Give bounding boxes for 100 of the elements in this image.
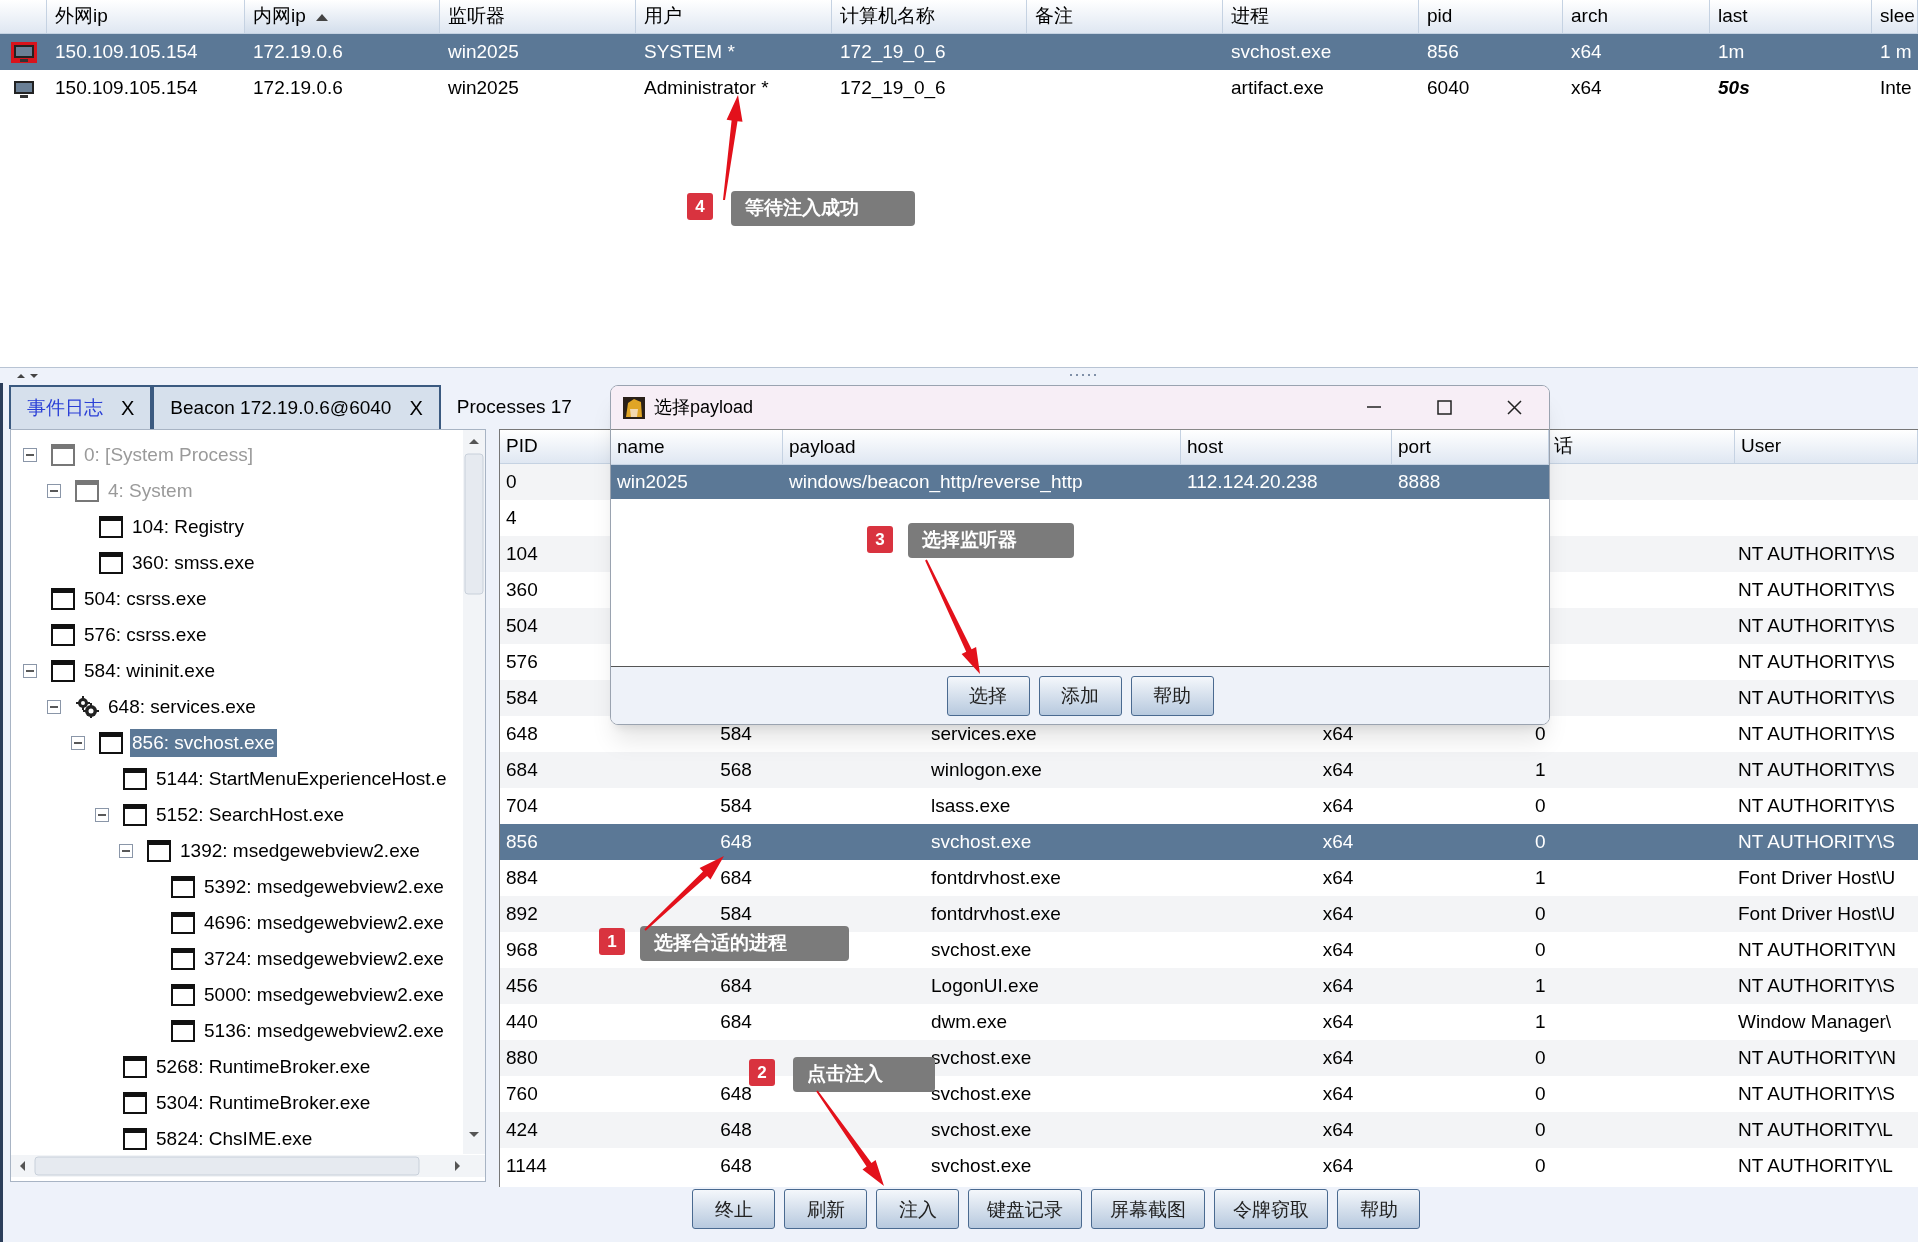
collapse-toggle[interactable] bbox=[23, 448, 37, 462]
tree-item[interactable]: 4696: msedgewebview2.exe bbox=[202, 908, 446, 938]
tab[interactable]: 事件日志 X bbox=[9, 385, 153, 429]
column-header[interactable]: port bbox=[1392, 430, 1549, 465]
table-cell-text: x64 bbox=[1322, 829, 1354, 854]
process-row[interactable]: 684 568 winlogon.exe x64 1 NT AUTHORITY\S bbox=[500, 752, 1918, 788]
table-cell-text: 172_19_0_6 bbox=[840, 75, 946, 101]
dialog-button[interactable]: 帮助 bbox=[1130, 675, 1214, 716]
tree-item[interactable]: 856: svchost.exe bbox=[130, 728, 277, 758]
table-cell-text: 104 bbox=[506, 541, 538, 566]
column-header[interactable]: host bbox=[1181, 430, 1392, 465]
table-cell-text: x64 bbox=[1322, 1009, 1354, 1034]
callout-label: 选择合适的进程 bbox=[640, 926, 849, 961]
vertical-scrollbar[interactable] bbox=[463, 430, 485, 1154]
table-cell-text: svchost.exe bbox=[931, 829, 1032, 854]
collapse-toggle[interactable] bbox=[95, 808, 109, 822]
table-cell-text: dwm.exe bbox=[931, 1009, 1008, 1034]
close-button[interactable]: X bbox=[409, 393, 423, 423]
collapse-toggle[interactable] bbox=[23, 664, 37, 678]
column-header[interactable]: 计算机名称 bbox=[832, 0, 1027, 34]
column-header[interactable]: 用户 bbox=[636, 0, 832, 34]
column-header[interactable]: pid bbox=[1419, 0, 1563, 34]
collapse-toggle[interactable] bbox=[47, 484, 61, 498]
table-cell-text: Administrator * bbox=[644, 75, 769, 100]
column-header[interactable]: 备注 bbox=[1027, 0, 1223, 34]
process-row[interactable]: 892 584 fontdrvhost.exe x64 0 Font Driver Host\U bbox=[500, 896, 1918, 932]
process-row[interactable]: 856 648 svchost.exe x64 0 NT AUTHORITY\S bbox=[500, 824, 1918, 860]
table-cell-text: NT AUTHORITY\S bbox=[1738, 1081, 1895, 1106]
action-button[interactable]: 键盘记录 bbox=[968, 1189, 1082, 1229]
table-cell-text: 424 bbox=[506, 1117, 538, 1142]
column-header[interactable]: 外网ip bbox=[47, 0, 245, 34]
tree-item[interactable]: 5144: StartMenuExperienceHost.e bbox=[154, 764, 449, 794]
action-button[interactable]: 令牌窃取 bbox=[1214, 1189, 1328, 1229]
number-badge: 4 bbox=[687, 193, 713, 220]
horizontal-scrollbar[interactable] bbox=[11, 1155, 485, 1177]
tree-item[interactable]: 5304: RuntimeBroker.exe bbox=[154, 1088, 373, 1118]
tree-item[interactable]: 584: wininit.exe bbox=[82, 656, 217, 686]
collapse-toggle[interactable] bbox=[71, 736, 85, 750]
tree-item[interactable]: 360: smss.exe bbox=[130, 548, 257, 578]
tree-item[interactable]: 504: csrss.exe bbox=[82, 584, 209, 614]
table-cell-text: 440 bbox=[506, 1009, 538, 1034]
window-title: 选择payload bbox=[654, 396, 754, 419]
table-cell-text: NT AUTHORITY\S bbox=[1738, 757, 1895, 782]
listener-row[interactable]: win2025 windows/beacon_http/reverse_http 112.124.20.238 8888 bbox=[611, 465, 1549, 499]
tree-item[interactable]: 5268: RuntimeBroker.exe bbox=[154, 1052, 373, 1082]
table-cell-text: x64 bbox=[1322, 757, 1354, 782]
tree-item[interactable]: 5000: msedgewebview2.exe bbox=[202, 980, 446, 1010]
tree-item[interactable]: 648: services.exe bbox=[106, 692, 258, 722]
column-header[interactable]: User bbox=[1735, 430, 1918, 464]
dialog-button[interactable]: 添加 bbox=[1038, 675, 1122, 716]
tree-item[interactable]: 104: Registry bbox=[130, 512, 246, 542]
table-cell-text: 576 bbox=[506, 649, 538, 674]
column-header[interactable]: arch bbox=[1563, 0, 1710, 34]
tree-item[interactable]: 5824: ChsIME.exe bbox=[154, 1124, 315, 1154]
table-cell-text: 584 bbox=[720, 793, 752, 818]
dialog-button[interactable]: 选择 bbox=[946, 675, 1030, 716]
column-header[interactable]: slee bbox=[1872, 0, 1918, 34]
table-cell-text: x64 bbox=[1322, 901, 1354, 926]
action-button[interactable]: 注入 bbox=[876, 1189, 959, 1229]
session-row[interactable]: 150.109.105.154 172.19.0.6 win2025 SYSTEM * 172_19_0_6 svchost.exe 856 x64 1m 1 m bbox=[0, 34, 1918, 70]
column-header[interactable]: 监听器 bbox=[440, 0, 636, 34]
collapse-toggle[interactable] bbox=[47, 700, 61, 714]
tab[interactable]: Beacon 172.19.0.6@6040 X bbox=[152, 385, 441, 429]
column-header[interactable]: 进程 bbox=[1223, 0, 1419, 34]
column-header[interactable]: name bbox=[611, 430, 783, 465]
table-cell-text: 360 bbox=[506, 577, 538, 602]
table-cell-text: 0 bbox=[1535, 793, 1546, 818]
tree-item[interactable]: 576: csrss.exe bbox=[82, 620, 209, 650]
splitter-grip[interactable] bbox=[1070, 373, 1096, 378]
table-cell-text: fontdrvhost.exe bbox=[931, 865, 1061, 890]
tree-item[interactable]: 1392: msedgewebview2.exe bbox=[178, 836, 422, 866]
process-row[interactable]: 424 648 svchost.exe x64 0 NT AUTHORITY\L bbox=[500, 1112, 1918, 1148]
table-cell-text: 856 bbox=[1427, 39, 1459, 64]
close-button[interactable]: X bbox=[121, 393, 135, 423]
table-cell-text: SYSTEM * bbox=[644, 39, 735, 64]
table-cell-text: 0 bbox=[1535, 1045, 1546, 1070]
table-cell-text: 568 bbox=[720, 757, 752, 782]
table-cell-text: x64 bbox=[1322, 937, 1354, 962]
table-cell-text: 504 bbox=[506, 613, 538, 638]
table-cell-text: 4 bbox=[506, 505, 517, 530]
action-button[interactable]: 帮助 bbox=[1337, 1189, 1420, 1229]
column-header[interactable]: last bbox=[1710, 0, 1872, 34]
action-button[interactable]: 屏幕截图 bbox=[1091, 1189, 1205, 1229]
table-cell-text: x64 bbox=[1322, 1081, 1354, 1106]
tree-item[interactable]: 5152: SearchHost.exe bbox=[154, 800, 346, 830]
table-cell-text: win2025 bbox=[448, 39, 519, 64]
table-cell-text: x64 bbox=[1322, 1045, 1354, 1070]
tree-item[interactable]: 5392: msedgewebview2.exe bbox=[202, 872, 446, 902]
column-header[interactable]: 内网ip bbox=[245, 0, 440, 34]
tree-item[interactable]: 3724: msedgewebview2.exe bbox=[202, 944, 446, 974]
table-cell-text: lsass.exe bbox=[931, 793, 1011, 818]
table-cell-text: 648 bbox=[506, 721, 538, 746]
action-button[interactable]: 刷新 bbox=[784, 1189, 867, 1229]
tree-item[interactable]: 5136: msedgewebview2.exe bbox=[202, 1016, 446, 1046]
action-button[interactable]: 终止 bbox=[692, 1189, 775, 1229]
table-cell-text: winlogon.exe bbox=[931, 757, 1042, 782]
collapse-toggle[interactable] bbox=[119, 844, 133, 858]
table-cell-text: 684 bbox=[720, 1009, 752, 1034]
column-header[interactable]: payload bbox=[783, 430, 1181, 465]
process-row[interactable]: 456 684 LogonUI.exe x64 1 NT AUTHORITY\S bbox=[500, 968, 1918, 1004]
